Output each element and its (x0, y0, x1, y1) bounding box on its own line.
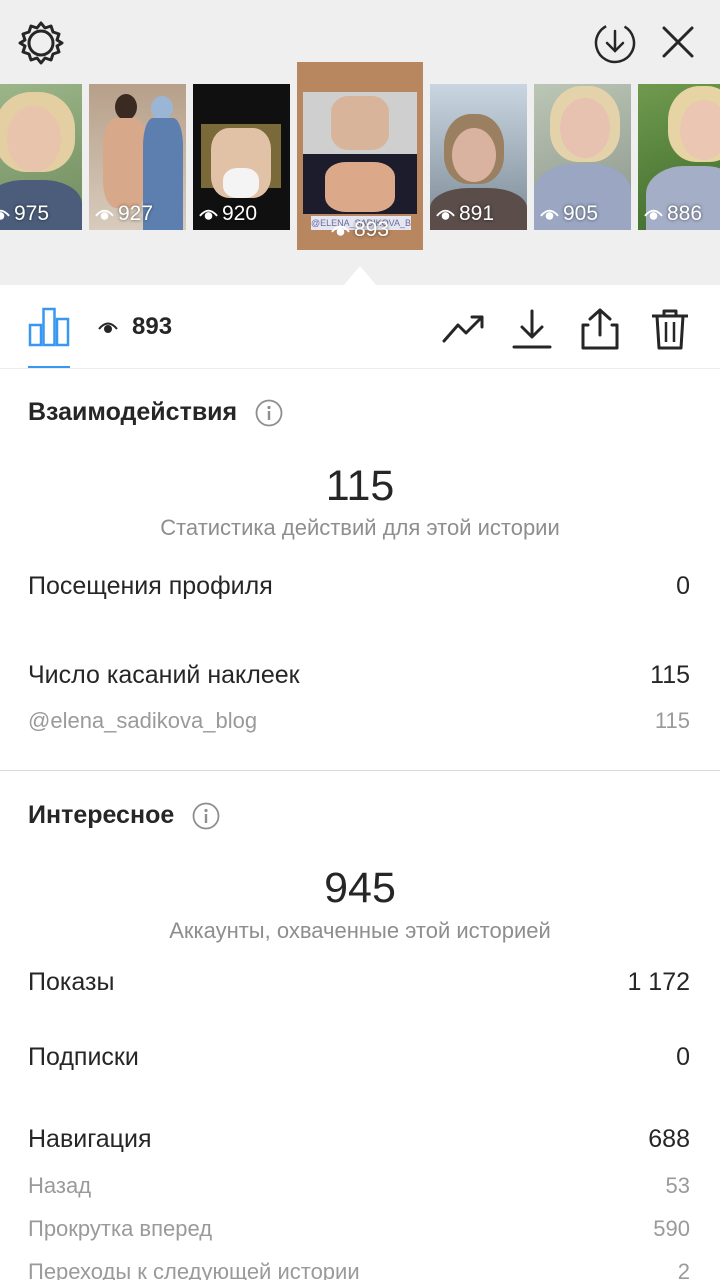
story-thumbnail[interactable]: 891 (430, 84, 527, 230)
view-count-value: 886 (667, 202, 703, 225)
story-thumbnail-strip: 975 927 920 @ELENA_SADIKOVA_B 893 891 90… (0, 62, 720, 254)
share-icon[interactable] (578, 307, 622, 351)
story-thumbnails-panel: 975 927 920 @ELENA_SADIKOVA_B 893 891 90… (0, 0, 720, 285)
stat-value: 115 (650, 661, 690, 689)
info-icon[interactable] (255, 399, 283, 427)
eye-icon (95, 209, 114, 220)
trash-icon[interactable] (648, 307, 692, 351)
stat-subrow: Переходы к следующей истории 2 (28, 1259, 690, 1280)
story-thumbnail-active[interactable]: @ELENA_SADIKOVA_BLOG 893 (297, 62, 423, 250)
download-circle-icon[interactable] (592, 20, 638, 66)
stat-sublabel: Прокрутка вперед (28, 1216, 213, 1241)
discovery-title: Интересное (28, 801, 175, 829)
stat-subvalue: 2 (677, 1259, 690, 1280)
interactions-heading: Взаимодействия (28, 398, 283, 427)
stat-subvalue: 115 (654, 708, 690, 733)
section-divider (0, 770, 720, 771)
stat-subrow: Прокрутка вперед 590 (28, 1216, 690, 1242)
view-count: 886 (644, 202, 702, 226)
view-count: 975 (0, 202, 49, 226)
view-count: 905 (540, 202, 598, 226)
info-icon[interactable] (192, 802, 220, 830)
active-thumbnail-pointer (344, 266, 376, 285)
discovery-caption: Аккаунты, охваченные этой историей (169, 918, 551, 943)
story-thumbnail[interactable]: 920 (193, 84, 290, 230)
eye-icon (98, 322, 118, 333)
eye-icon (540, 209, 559, 220)
close-icon[interactable] (656, 20, 700, 64)
stat-value: 0 (676, 572, 690, 600)
view-count: 927 (95, 202, 153, 226)
stat-row: Навигация 688 (28, 1125, 690, 1154)
stat-subvalue: 53 (665, 1173, 690, 1198)
eye-icon (199, 209, 218, 220)
eye-icon (0, 209, 10, 220)
download-icon[interactable] (510, 307, 554, 351)
interactions-title: Взаимодействия (28, 398, 238, 426)
story-thumbnail[interactable]: 975 (0, 84, 82, 230)
story-thumbnail[interactable]: 905 (534, 84, 631, 230)
view-count: 920 (199, 202, 257, 226)
stat-label: Посещения профиля (28, 572, 273, 600)
stat-sublabel: Назад (28, 1173, 92, 1198)
stat-row: Подписки 0 (28, 1043, 690, 1072)
view-count: 893 (331, 218, 389, 242)
discovery-total: 945 (324, 864, 396, 912)
stat-label: Навигация (28, 1125, 152, 1153)
stat-label: Подписки (28, 1043, 139, 1071)
view-count-value: 927 (118, 202, 154, 225)
stat-sublabel: @elena_sadikova_blog (28, 708, 258, 733)
eye-icon (644, 209, 663, 220)
insights-toolbar: 893 (0, 285, 720, 369)
stat-label: Показы (28, 968, 115, 996)
stat-subvalue: 590 (653, 1216, 690, 1241)
stat-sublabel: Переходы к следующей истории (28, 1259, 360, 1280)
stat-value: 0 (676, 1043, 690, 1071)
stat-label: Число касаний наклеек (28, 661, 300, 689)
settings-icon[interactable] (18, 20, 64, 66)
view-count: 891 (436, 202, 494, 226)
view-count-value: 920 (222, 202, 258, 225)
stat-value: 688 (648, 1125, 690, 1153)
story-thumbnail[interactable]: 927 (89, 84, 186, 230)
view-count-value: 905 (563, 202, 599, 225)
views-summary: 893 (98, 313, 172, 341)
stat-row: Число касаний наклеек 115 (28, 661, 690, 690)
views-count: 893 (132, 313, 173, 340)
eye-icon (436, 209, 455, 220)
view-count-value: 975 (14, 202, 50, 225)
story-thumbnail[interactable]: 886 (638, 84, 720, 230)
discovery-heading: Интересное (28, 801, 220, 830)
stat-row: Показы 1 172 (28, 968, 690, 997)
stat-row: Посещения профиля 0 (28, 572, 690, 601)
stat-subrow: @elena_sadikova_blog 115 (28, 708, 690, 734)
trend-icon[interactable] (442, 307, 486, 351)
bar-chart-icon[interactable] (28, 307, 70, 347)
eye-icon (331, 225, 350, 236)
stat-subrow: Назад 53 (28, 1173, 690, 1199)
view-count-value: 893 (354, 218, 390, 241)
interactions-caption: Статистика действий для этой истории (160, 515, 560, 540)
interactions-total: 115 (325, 462, 395, 510)
active-tab-indicator (28, 366, 70, 368)
view-count-value: 891 (459, 202, 495, 225)
stat-value: 1 172 (627, 968, 690, 996)
